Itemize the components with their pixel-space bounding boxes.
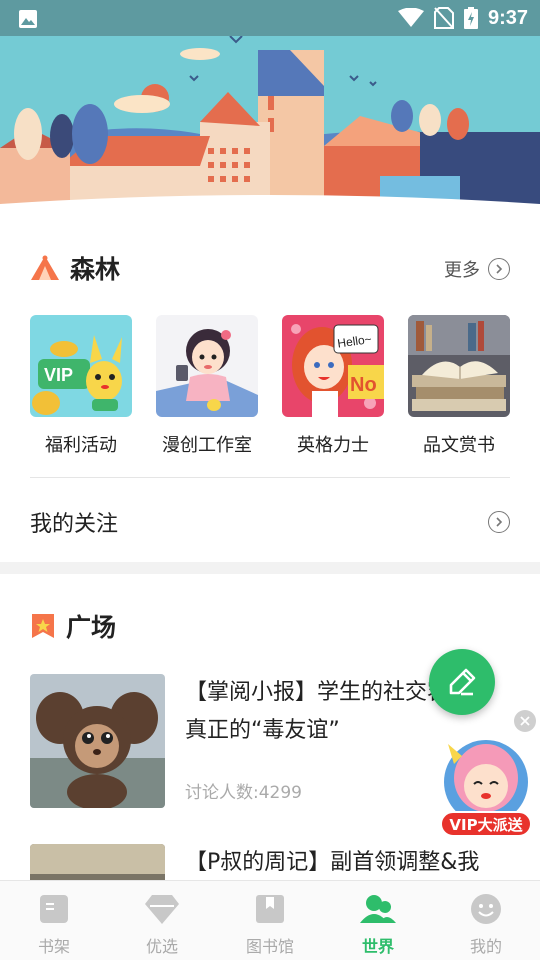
nav-tab-mine[interactable]: 我的 [432, 881, 540, 960]
status-time: 9:37 [487, 6, 528, 29]
nav-label: 我的 [469, 937, 502, 956]
pencil-icon [449, 668, 476, 696]
app-label: 福利活动 [45, 435, 117, 456]
my-following-label: 我的关注 [30, 512, 119, 537]
post-thumbnail [30, 844, 165, 880]
vip-promo-floating[interactable]: VIP大派送 [434, 734, 538, 840]
nav-label: 世界 [361, 937, 394, 956]
app-label: 漫创工作室 [162, 435, 252, 456]
close-promo-button[interactable] [514, 710, 536, 732]
vip-promo-badge: VIP大派送 [440, 811, 532, 837]
post-discussion-count: 讨论人数:4299 [185, 783, 302, 803]
nav-label: 书架 [37, 937, 70, 956]
nav-tab-bookshelf[interactable]: 书架 [0, 881, 108, 960]
post-item[interactable]: 【P叔的周记】副首领调整&我 [30, 844, 510, 880]
app-item-welfare[interactable]: VIP 福利活动 [30, 315, 132, 457]
svg-text:No: No [350, 374, 377, 396]
tent-icon [31, 255, 59, 280]
divider [30, 477, 510, 478]
chevron-right-icon [488, 258, 510, 280]
my-following-row[interactable]: 我的关注 [30, 502, 510, 542]
english-thumbnail: Hello~ No [282, 315, 384, 417]
app-label: 品文赏书 [423, 435, 495, 456]
people-icon [360, 891, 396, 927]
bookshelf-icon [36, 891, 72, 927]
more-label: 更多 [444, 260, 480, 281]
svg-text:VIP: VIP [44, 365, 73, 385]
nav-tab-featured[interactable]: 优选 [108, 881, 216, 960]
nav-tab-library[interactable]: 图书馆 [216, 881, 324, 960]
welfare-thumbnail: VIP [30, 315, 132, 417]
nav-label: 优选 [145, 937, 178, 956]
gallery-notification-icon [19, 10, 37, 28]
no-sim-icon [433, 7, 454, 29]
forest-title: 森林 [70, 255, 121, 284]
plaza-title: 广场 [66, 613, 117, 642]
diamond-icon [144, 891, 180, 927]
post-title: 【P叔的周记】副首领调整&我 [185, 850, 480, 875]
reading-thumbnail [408, 315, 510, 417]
battery-charging-icon [463, 7, 478, 29]
write-post-button[interactable] [429, 649, 495, 715]
header-banner-illustration [0, 36, 540, 222]
app-label: 英格力士 [297, 435, 369, 456]
smile-face-icon [468, 891, 504, 927]
section-gap [0, 562, 540, 574]
comic-studio-thumbnail [156, 315, 258, 417]
status-bar: 9:37 [0, 0, 540, 36]
app-item-reading[interactable]: 品文赏书 [408, 315, 510, 457]
plaza-header: 广场 [30, 608, 116, 644]
plaza-flag-icon [32, 614, 54, 638]
app-item-english[interactable]: Hello~ No 英格力士 [282, 315, 384, 457]
forest-header: 森林 [30, 250, 120, 286]
nav-label: 图书馆 [245, 937, 294, 956]
nav-tab-world[interactable]: 世界 [324, 881, 432, 960]
wifi-icon [397, 8, 424, 27]
book-bookmark-icon [252, 891, 288, 927]
bottom-navigation: 书架 优选 图书馆 世界 我的 [0, 880, 540, 960]
close-icon [520, 716, 530, 726]
forest-section: 森林 更多 VIP 福利活动 漫创工作室 Hello~ No 英格力士 品文赏书… [0, 222, 540, 562]
chevron-right-icon [488, 511, 510, 533]
more-link[interactable]: 更多 [444, 256, 510, 282]
forest-app-grid: VIP 福利活动 漫创工作室 Hello~ No 英格力士 品文赏书 [30, 315, 510, 457]
app-item-comic-studio[interactable]: 漫创工作室 [156, 315, 258, 457]
post-thumbnail [30, 674, 165, 808]
